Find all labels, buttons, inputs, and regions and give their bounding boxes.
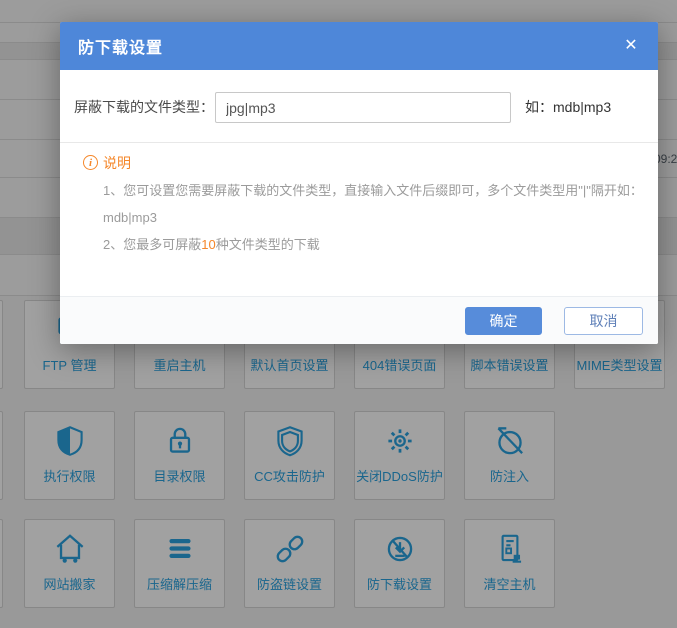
close-icon[interactable]: ✕	[620, 35, 642, 57]
anti-download-settings-dialog: 防下载设置 ✕ 屏蔽下载的文件类型： 如：mdb|mp3 i 说明 1、您可设置…	[60, 22, 658, 344]
notice-line-1: 1、您可设置您需要屏蔽下载的文件类型，直接输入文件后缀即可，多个文件类型用"|"…	[103, 181, 643, 201]
app-window: 09:2 FTP 管理 重启主机 默认首页设置 404错误页面	[0, 0, 677, 628]
dialog-footer: 确定 取消	[60, 296, 658, 344]
dialog-header: 防下载设置 ✕	[60, 22, 658, 70]
notice-line-1-continued: mdb|mp3	[103, 208, 157, 228]
example-hint: 如：mdb|mp3	[525, 92, 611, 123]
divider	[60, 142, 658, 143]
notice-line-2: 2、您最多可屏蔽10种文件类型的下载	[103, 235, 320, 255]
cancel-button[interactable]: 取消	[564, 307, 643, 335]
notice-line-2-highlight: 10	[201, 237, 215, 252]
blocked-filetypes-label: 屏蔽下载的文件类型：	[74, 92, 214, 123]
notice-heading: 说明	[103, 153, 131, 173]
blocked-filetypes-input[interactable]	[215, 92, 511, 123]
info-icon: i	[83, 155, 98, 170]
confirm-button[interactable]: 确定	[465, 307, 542, 335]
dialog-title: 防下载设置	[78, 34, 163, 58]
notice-line-2-prefix: 2、您最多可屏蔽	[103, 237, 201, 252]
notice-line-2-suffix: 种文件类型的下载	[216, 237, 320, 252]
